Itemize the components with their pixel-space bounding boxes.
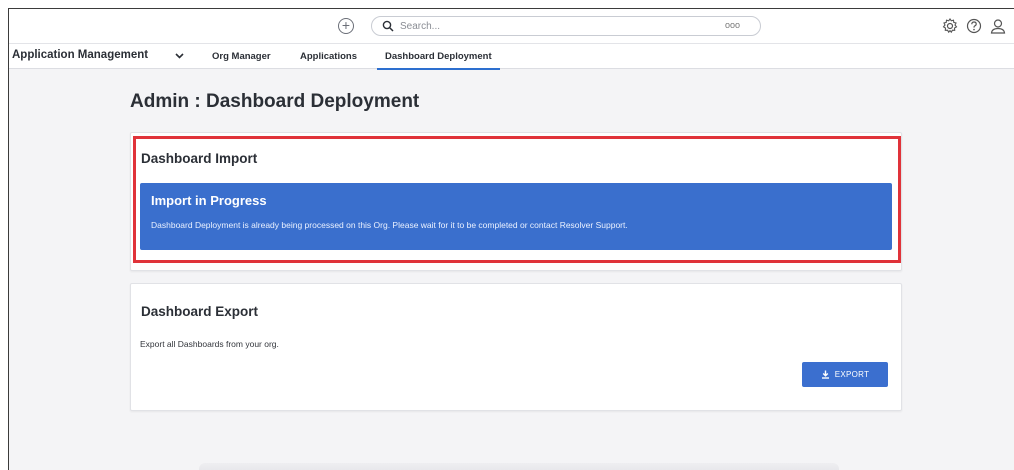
- search-options-icon[interactable]: ooo: [725, 20, 740, 30]
- bottom-panel-edge: [199, 463, 839, 470]
- tab-org-manager[interactable]: Org Manager: [212, 51, 271, 62]
- app-switcher[interactable]: Application Management: [12, 49, 148, 61]
- export-description: Export all Dashboards from your org.: [140, 339, 279, 349]
- export-button-label: EXPORT: [834, 370, 870, 379]
- import-card-title: Dashboard Import: [141, 151, 258, 166]
- search-icon: [382, 20, 394, 32]
- user-icon[interactable]: [989, 17, 1007, 35]
- banner-message: Dashboard Deployment is already being pr…: [151, 220, 628, 230]
- export-card-title: Dashboard Export: [141, 304, 259, 319]
- import-progress-banner: Import in Progress Dashboard Deployment …: [140, 183, 892, 250]
- top-bar: + ooo: [9, 9, 1014, 44]
- export-button[interactable]: EXPORT: [802, 362, 888, 387]
- search-input[interactable]: [400, 19, 700, 34]
- gear-icon[interactable]: [941, 17, 959, 35]
- help-icon[interactable]: [965, 17, 983, 35]
- page-title: Admin : Dashboard Deployment: [130, 91, 420, 112]
- add-icon[interactable]: +: [338, 18, 354, 34]
- search-bar[interactable]: ooo: [371, 16, 761, 36]
- chevron-down-icon[interactable]: [175, 53, 184, 59]
- download-icon: [821, 370, 829, 379]
- tab-applications[interactable]: Applications: [300, 51, 357, 62]
- tab-dashboard-deployment[interactable]: Dashboard Deployment: [377, 51, 500, 70]
- banner-title: Import in Progress: [151, 193, 267, 208]
- nav-bar: Application Management Org Manager Appli…: [9, 44, 1014, 70]
- app-window: + ooo Application Management Org M: [8, 8, 1014, 470]
